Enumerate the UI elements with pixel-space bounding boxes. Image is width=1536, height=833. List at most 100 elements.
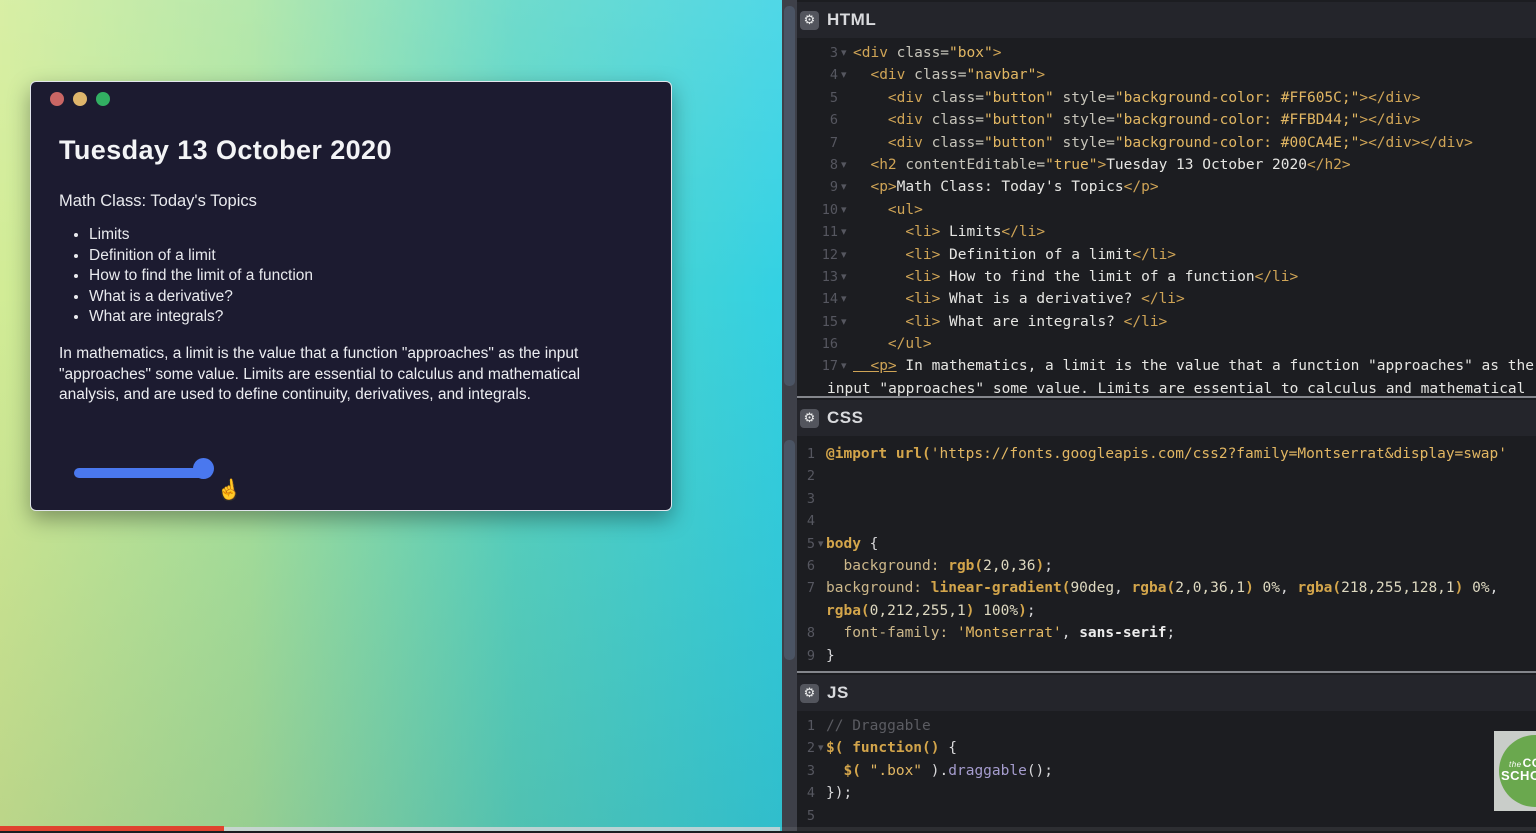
fold-caret-empty — [815, 465, 826, 487]
code-text: </ul> — [853, 336, 932, 353]
code-line[interactable]: 5 — [797, 805, 1536, 827]
fold-caret-empty — [815, 600, 826, 622]
fold-caret-empty — [815, 622, 826, 644]
line-number: 1 — [806, 446, 815, 462]
code-line[interactable]: 1 // Draggable — [797, 715, 1536, 737]
video-progress-bar[interactable] — [0, 826, 1536, 831]
fold-caret-empty — [838, 87, 853, 109]
code-line[interactable]: 7 <div class="button" style="background-… — [797, 132, 1536, 154]
fold-caret-icon[interactable]: ▾ — [838, 199, 853, 221]
code-line[interactable]: 8 font-family: 'Montserrat', sans-serif; — [797, 622, 1536, 644]
line-number: 13 — [821, 268, 838, 285]
code-text: body { — [826, 535, 879, 552]
code-text: $( function() { — [826, 740, 957, 757]
hand-cursor-icon: ☝ — [215, 478, 243, 503]
code-line[interactable]: 5 ▾ body { — [797, 533, 1536, 555]
code-line[interactable]: rgba(0,212,255,1) 100%); — [797, 600, 1536, 622]
line-number: 5 — [806, 535, 815, 552]
code-line[interactable]: 8 ▾ <h2 contentEditable="true">Tuesday 13… — [797, 154, 1536, 176]
fold-caret-icon[interactable]: ▾ — [838, 244, 853, 266]
topic-item: How to find the limit of a function — [89, 266, 643, 287]
line-number: 12 — [821, 246, 838, 263]
fold-caret-icon[interactable]: ▾ — [838, 176, 853, 198]
code-text: <li> Definition of a limit</li> — [853, 246, 1177, 263]
js-code-area[interactable]: 1// Draggable 2 ▾ $( function() {3 $( ".box… — [797, 715, 1536, 827]
fold-caret-empty — [815, 577, 826, 599]
code-text: <div class="button" style="background-co… — [853, 134, 1473, 151]
code-line[interactable]: 13 ▾ <li> How to find the limit of a func… — [797, 266, 1536, 288]
html-code-area[interactable]: 3 ▾ <div class="box"> 4 ▾ <div class="navbar… — [797, 42, 1536, 396]
code-text: } — [826, 647, 835, 664]
code-line[interactable]: 6 <div class="button" style="background-… — [797, 109, 1536, 131]
slider-track[interactable] — [74, 468, 212, 478]
code-line[interactable]: 6 background: rgb(2,0,36); — [797, 555, 1536, 577]
gear-icon[interactable]: ⚙ — [800, 408, 819, 428]
code-text: <li> What is a derivative? </li> — [853, 291, 1185, 308]
line-number: 9 — [829, 179, 838, 196]
code-line[interactable]: 10 ▾ <ul> — [797, 199, 1536, 221]
code-line[interactable]: 9 ▾ <p>Math Class: Today's Topics</p> — [797, 176, 1536, 198]
fold-caret-icon[interactable]: ▾ — [838, 311, 853, 333]
code-line[interactable]: 5 <div class="button" style="background-… — [797, 87, 1536, 109]
code-text: <ul> — [853, 201, 923, 218]
video-progress-buffered — [224, 827, 780, 831]
code-line[interactable]: 11 ▾ <li> Limits</li> — [797, 221, 1536, 243]
code-line[interactable]: 3 $( ".box" ).draggable(); — [797, 760, 1536, 782]
line-number: 4 — [829, 67, 838, 84]
scroll-thumb[interactable] — [784, 6, 795, 386]
code-line[interactable]: 4 — [797, 510, 1536, 532]
code-line[interactable]: 9} — [797, 645, 1536, 667]
fold-caret-icon[interactable]: ▾ — [838, 355, 853, 377]
code-text: <div class="button" style="background-co… — [853, 89, 1421, 106]
code-text: <div class="navbar"> — [853, 67, 1046, 84]
fold-caret-empty — [815, 645, 826, 667]
fold-caret-icon[interactable]: ▾ — [838, 288, 853, 310]
note-subtitle: Math Class: Today's Topics — [59, 192, 257, 210]
draggable-note-window[interactable]: Tuesday 13 October 2020 Math Class: Toda… — [30, 81, 672, 511]
topic-item: Limits — [89, 225, 643, 246]
fold-caret-icon[interactable]: ▾ — [838, 266, 853, 288]
window-button-minimize[interactable] — [73, 92, 87, 106]
css-code-area[interactable]: 1 @import url('https://fonts.googleapis.c… — [797, 443, 1536, 667]
window-button-zoom[interactable] — [96, 92, 110, 106]
panel-html-label: HTML — [827, 10, 877, 29]
panel-js: ⚙ JS 1// Draggable 2 ▾ $( function() {3 $( … — [797, 671, 1536, 833]
code-text: input "approaches" some value. Limits ar… — [827, 380, 1526, 396]
code-line[interactable]: input "approaches" some value. Limits ar… — [797, 378, 1536, 396]
code-line[interactable]: 2 ▾ $( function() { — [797, 737, 1536, 759]
scroll-thumb[interactable] — [784, 440, 795, 660]
code-line[interactable]: 1 @import url('https://fonts.googleapis.c… — [797, 443, 1536, 465]
code-line[interactable]: 17 ▾ <p> In mathematics, a limit is the v… — [797, 355, 1536, 377]
line-number: 3 — [829, 45, 838, 61]
code-text: <h2 contentEditable="true">Tuesday 13 Oc… — [853, 156, 1351, 173]
fold-caret-icon[interactable]: ▾ — [838, 221, 853, 243]
code-line[interactable]: 15 ▾ <li> What are integrals? </li> — [797, 311, 1536, 333]
code-line[interactable]: 16 </ul> — [797, 333, 1536, 355]
fold-caret-empty — [838, 132, 853, 154]
gear-icon[interactable]: ⚙ — [800, 10, 819, 30]
gear-icon[interactable]: ⚙ — [800, 683, 819, 703]
fold-caret-icon[interactable]: ▾ — [815, 737, 826, 759]
code-line[interactable]: 4}); — [797, 782, 1536, 804]
note-title[interactable]: Tuesday 13 October 2020 — [59, 135, 643, 166]
editor-splitter[interactable] — [782, 0, 797, 831]
code-line[interactable]: 7 background: linear-gradient(90deg, rgba… — [797, 577, 1536, 599]
code-line[interactable]: 3 — [797, 488, 1536, 510]
code-line[interactable]: 12 ▾ <li> Definition of a limit</li> — [797, 244, 1536, 266]
fold-caret-icon[interactable]: ▾ — [838, 154, 853, 176]
line-number: 5 — [829, 89, 838, 106]
line-number: 6 — [806, 557, 815, 574]
code-text: <li> Limits</li> — [853, 224, 1046, 241]
video-progress-played[interactable] — [0, 826, 224, 831]
fold-caret-icon[interactable]: ▾ — [838, 64, 853, 86]
code-line[interactable]: 4 ▾ <div class="navbar"> — [797, 64, 1536, 86]
code-text: $( ".box" ).draggable(); — [826, 762, 1054, 779]
fold-caret-empty — [838, 109, 853, 131]
code-line[interactable]: 3 ▾ <div class="box"> — [797, 42, 1536, 64]
fold-caret-icon[interactable]: ▾ — [815, 533, 826, 555]
code-line[interactable]: 2 — [797, 465, 1536, 487]
slider-thumb[interactable] — [193, 458, 214, 479]
code-line[interactable]: 14 ▾ <li> What is a derivative? </li> — [797, 288, 1536, 310]
fold-caret-icon[interactable]: ▾ — [838, 42, 853, 64]
window-button-close[interactable] — [50, 92, 64, 106]
